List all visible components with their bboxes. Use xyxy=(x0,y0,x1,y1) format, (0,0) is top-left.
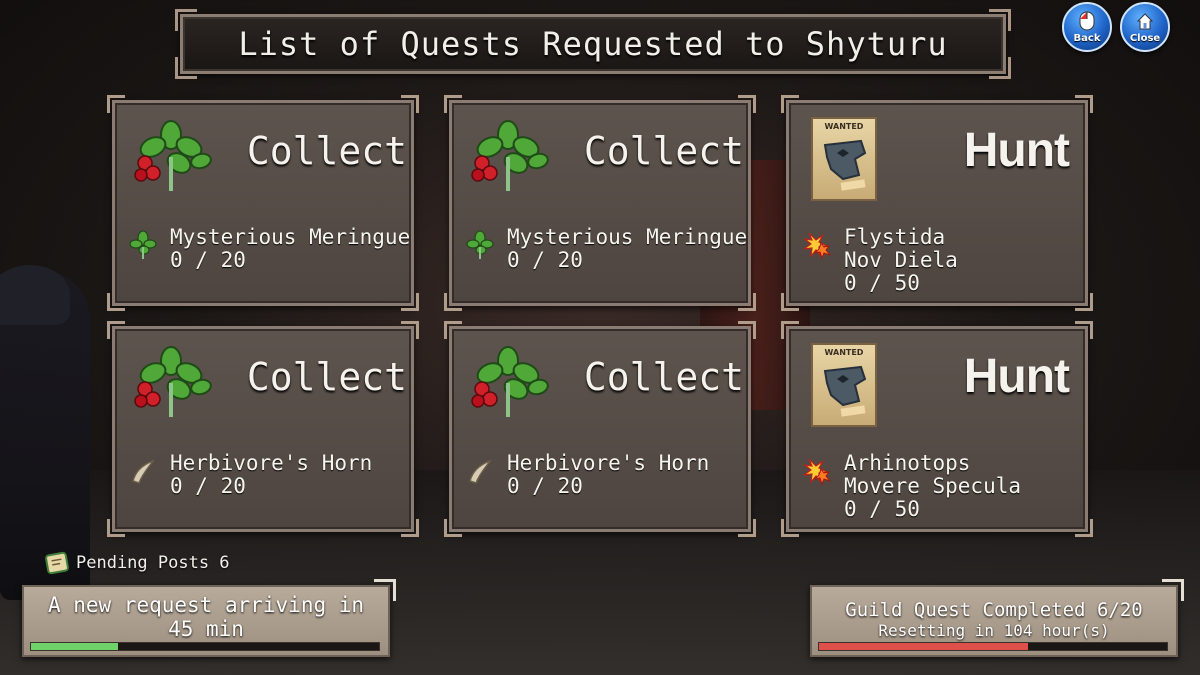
quest-target-name: Arhinotops xyxy=(844,451,971,475)
quest-type-label: Hunt xyxy=(963,124,1070,177)
card-corner-ornament xyxy=(781,95,799,113)
quest-type-label: Collect xyxy=(583,355,744,399)
card-corner-ornament xyxy=(401,519,419,537)
card-corner-ornament xyxy=(107,519,125,537)
monster-silhouette-icon xyxy=(823,365,867,417)
card-corner-ornament xyxy=(1075,519,1093,537)
quest-details: Herbivore's Horn 0 / 20 xyxy=(170,452,372,498)
back-button[interactable]: Back xyxy=(1062,2,1112,52)
quest-type-label: Collect xyxy=(246,355,407,399)
quest-progress: 0 / 50 xyxy=(844,271,920,295)
quest-type-label: Collect xyxy=(246,129,407,173)
close-button-label: Close xyxy=(1129,33,1161,44)
card-corner-ornament xyxy=(401,95,419,113)
card-corner-ornament xyxy=(781,293,799,311)
scroll-icon xyxy=(45,551,69,575)
new-request-time: 45 min xyxy=(168,617,244,641)
explosion-icon xyxy=(802,232,832,260)
quest-details: Herbivore's Horn 0 / 20 xyxy=(507,452,709,498)
card-corner-ornament xyxy=(107,321,125,339)
horn-icon xyxy=(132,459,155,484)
card-corner-ornament xyxy=(1075,95,1093,113)
home-icon xyxy=(1137,13,1153,30)
mouse-icon xyxy=(1079,11,1095,31)
card-corner-ornament xyxy=(738,321,756,339)
card-corner-ornament xyxy=(738,293,756,311)
guild-quest-panel: Guild Quest Completed 6/20 Resetting in … xyxy=(810,579,1184,657)
guild-quest-progress-track xyxy=(818,642,1168,651)
quest-region: Nov Diela xyxy=(844,248,958,272)
card-corner-ornament xyxy=(1075,321,1093,339)
pending-posts: Pending Posts 6 xyxy=(44,548,230,578)
explosion-icon xyxy=(802,458,832,486)
quest-card-collect[interactable]: Collect Herbivore's Horn 0 / 20 xyxy=(444,321,756,537)
guild-quest-reset: Resetting in 104 hour(s) xyxy=(878,621,1110,640)
quest-item-name: Herbivore's Horn xyxy=(507,451,710,475)
quest-progress: 0 / 20 xyxy=(170,248,246,272)
quest-type-label: Hunt xyxy=(963,350,1070,403)
quest-item-name: Herbivore's Horn xyxy=(170,451,373,475)
card-corner-ornament xyxy=(738,95,756,113)
card-corner-ornament xyxy=(444,321,462,339)
quest-item-name: Mysterious Meringue xyxy=(507,225,748,249)
quest-details: Mysterious Meringue 0 / 20 xyxy=(507,226,747,272)
card-corner-ornament xyxy=(781,321,799,339)
quest-progress: 0 / 20 xyxy=(507,248,583,272)
guild-quest-completed: Guild Quest Completed 6/20 xyxy=(845,599,1143,621)
page-title: List of Quests Requested to Shyturu xyxy=(238,25,948,63)
card-corner-ornament xyxy=(444,519,462,537)
card-corner-ornament xyxy=(401,293,419,311)
quest-card-collect[interactable]: Collect Mysterious Meringue 0 / 20 xyxy=(444,95,756,311)
new-request-panel: A new request arriving in 45 min xyxy=(22,579,396,657)
card-corner-ornament xyxy=(444,95,462,113)
card-corner-ornament xyxy=(1075,293,1093,311)
card-corner-ornament xyxy=(781,519,799,537)
card-corner-ornament xyxy=(444,293,462,311)
back-button-label: Back xyxy=(1073,33,1101,44)
card-corner-ornament xyxy=(738,519,756,537)
quest-progress: 0 / 20 xyxy=(507,474,583,498)
close-button[interactable]: Close xyxy=(1120,2,1170,52)
quest-details: Flystida Nov Diela 0 / 50 xyxy=(844,226,958,295)
herb-icon xyxy=(134,346,212,417)
new-request-label: A new request arriving in xyxy=(47,593,365,617)
quest-region: Movere Specula xyxy=(844,474,1022,498)
quest-details: Arhinotops Movere Specula 0 / 50 xyxy=(844,452,1021,521)
monster-silhouette-icon xyxy=(823,139,867,191)
card-corner-ornament xyxy=(107,293,125,311)
card-corner-ornament xyxy=(401,321,419,339)
quest-progress: 0 / 20 xyxy=(170,474,246,498)
new-request-progress-track xyxy=(30,642,380,651)
quest-details: Mysterious Meringue 0 / 20 xyxy=(170,226,410,272)
panel-corner-ornament xyxy=(1162,579,1184,601)
herb-icon xyxy=(466,230,494,259)
wanted-poster-icon: WANTED xyxy=(811,343,877,427)
herb-icon xyxy=(471,346,549,417)
quest-card-hunt[interactable]: WANTED Hunt Arhinotops Movere Specula 0 … xyxy=(781,321,1093,537)
herb-icon xyxy=(129,230,157,259)
new-request-progress-fill xyxy=(31,643,118,650)
quest-item-name: Mysterious Meringue xyxy=(170,225,411,249)
herb-icon xyxy=(134,120,212,191)
title-banner: List of Quests Requested to Shyturu xyxy=(175,9,1011,79)
horn-icon xyxy=(469,459,492,484)
character-hat xyxy=(0,265,70,325)
pending-posts-label: Pending Posts 6 xyxy=(76,553,230,573)
quest-card-collect[interactable]: Collect Herbivore's Horn 0 / 20 xyxy=(107,321,419,537)
guild-quest-progress-fill xyxy=(819,643,1028,650)
quest-progress: 0 / 50 xyxy=(844,497,920,521)
quest-card-hunt[interactable]: WANTED Hunt Flystida Nov Diela 0 / 50 xyxy=(781,95,1093,311)
wanted-poster-icon: WANTED xyxy=(811,117,877,201)
quest-card-collect[interactable]: Collect Mysterious Meringue 0 / 20 xyxy=(107,95,419,311)
card-corner-ornament xyxy=(107,95,125,113)
quest-target-name: Flystida xyxy=(844,225,946,249)
herb-icon xyxy=(471,120,549,191)
quest-type-label: Collect xyxy=(583,129,744,173)
